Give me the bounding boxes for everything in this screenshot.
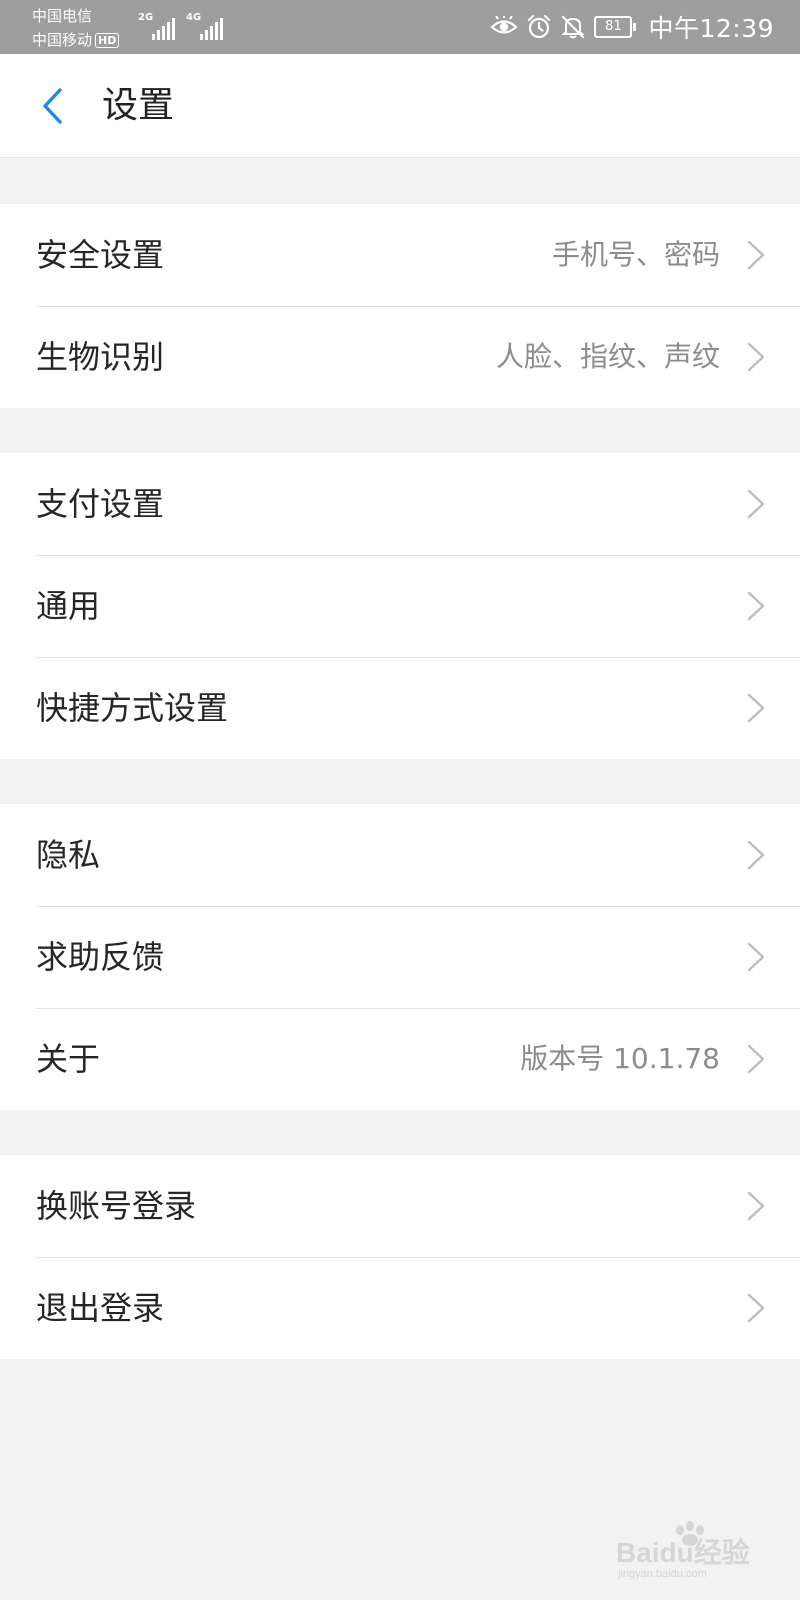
settings-item-label: 隐私: [36, 836, 101, 874]
settings-item-value: 人脸、指纹、声纹: [495, 340, 720, 373]
chevron-right-icon: [747, 489, 765, 519]
settings-item-label: 安全设置: [36, 236, 165, 274]
status-time: 中午12:39: [648, 14, 774, 43]
eye-icon: [490, 16, 519, 38]
signal-2-tech-label: 4G: [186, 12, 202, 23]
carrier-2-name: 中国移动: [32, 31, 93, 49]
battery-level: 81: [594, 16, 633, 38]
chevron-right-icon: [747, 240, 765, 270]
settings-group-support: 隐私 求助反馈 关于 版本号 10.1.78: [0, 804, 800, 1110]
nav-header: 设置: [0, 54, 800, 158]
settings-item-biometrics[interactable]: 生物识别 人脸、指纹、声纹: [0, 306, 800, 408]
settings-item-value: 手机号、密码: [551, 238, 720, 271]
svg-text:jingyan.baidu.com: jingyan.baidu.com: [617, 1568, 707, 1580]
settings-group-account: 安全设置 手机号、密码 生物识别 人脸、指纹、声纹: [0, 204, 800, 408]
svg-text:Baidu经验: Baidu经验: [616, 1536, 750, 1568]
chevron-right-icon: [747, 591, 765, 621]
carrier-2: 中国移动 HD: [32, 28, 120, 52]
settings-item-label: 关于: [36, 1040, 101, 1078]
signal-bars-1-icon: [152, 18, 175, 40]
settings-item-privacy[interactable]: 隐私: [0, 804, 800, 906]
settings-item-payment[interactable]: 支付设置: [0, 453, 800, 555]
settings-item-switch-account[interactable]: 换账号登录: [0, 1155, 800, 1257]
status-icons: 81 中午12:39: [490, 0, 774, 54]
settings-item-label: 求助反馈: [36, 938, 165, 976]
status-bar: 中国电信 中国移动 HD 2G 4G 81 中午12:39: [0, 0, 800, 54]
settings-item-label: 通用: [36, 587, 101, 625]
settings-group-general: 支付设置 通用 快捷方式设置: [0, 453, 800, 759]
settings-item-shortcuts[interactable]: 快捷方式设置: [0, 657, 800, 759]
carrier-1: 中国电信: [32, 4, 119, 28]
mute-bell-icon: [560, 14, 586, 40]
settings-item-label: 换账号登录: [36, 1187, 197, 1225]
settings-item-logout[interactable]: 退出登录: [0, 1257, 800, 1359]
settings-item-feedback[interactable]: 求助反馈: [0, 906, 800, 1008]
settings-item-general[interactable]: 通用: [0, 555, 800, 657]
chevron-right-icon: [747, 840, 765, 870]
baidu-jingyan-watermark: Baidu经验 jingyan.baidu.com: [616, 1521, 750, 1580]
settings-item-label: 快捷方式设置: [36, 689, 229, 727]
chevron-left-icon: [43, 88, 62, 124]
settings-item-label: 生物识别: [36, 338, 165, 376]
back-button[interactable]: [30, 82, 74, 130]
chevron-right-icon: [747, 693, 765, 723]
settings-item-about[interactable]: 关于 版本号 10.1.78: [0, 1008, 800, 1110]
settings-item-label: 退出登录: [36, 1289, 165, 1327]
signal-strength-1: 2G: [138, 12, 180, 42]
chevron-right-icon: [747, 1293, 765, 1323]
chevron-right-icon: [747, 1191, 765, 1221]
carrier-info: 中国电信 中国移动 HD: [32, 4, 120, 52]
chevron-right-icon: [747, 342, 765, 372]
signal-1-tech-label: 2G: [138, 12, 154, 23]
signal-strength-2: 4G: [186, 12, 228, 42]
settings-item-security[interactable]: 安全设置 手机号、密码: [0, 204, 800, 306]
settings-item-label: 支付设置: [36, 485, 165, 523]
carrier-1-name: 中国电信: [32, 7, 93, 25]
battery-icon: 81: [594, 16, 637, 38]
chevron-right-icon: [747, 942, 765, 972]
page-title: 设置: [102, 85, 175, 126]
chevron-right-icon: [747, 1044, 765, 1074]
alarm-icon: [526, 14, 552, 40]
signal-bars-2-icon: [200, 18, 223, 40]
settings-group-session: 换账号登录 退出登录: [0, 1155, 800, 1359]
hd-badge: HD: [95, 33, 120, 48]
settings-item-value: 版本号 10.1.78: [520, 1042, 720, 1075]
